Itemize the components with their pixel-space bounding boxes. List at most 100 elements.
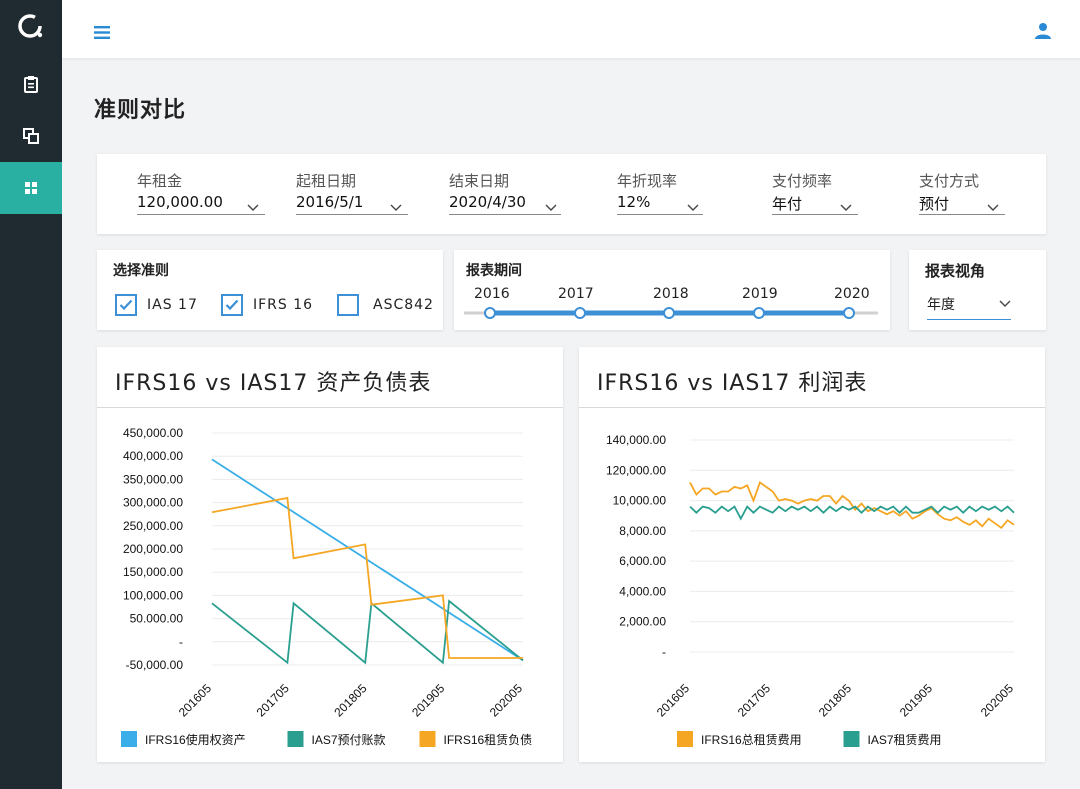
checkbox-box bbox=[337, 294, 359, 316]
copy-icon bbox=[23, 128, 39, 144]
period-card: 报表期间 2016 2017 2018 2019 2020 bbox=[454, 250, 890, 330]
param-pay-frequency[interactable]: 支付频率 年付 bbox=[772, 170, 858, 215]
checkmark-icon bbox=[119, 299, 133, 311]
legend-label: IFRS16总租赁费用 bbox=[701, 733, 802, 747]
period-slider[interactable] bbox=[454, 304, 890, 324]
x-tick-label: 201805 bbox=[816, 681, 854, 719]
slider-tick bbox=[753, 307, 765, 319]
series-line bbox=[689, 480, 1015, 530]
y-tick-label: 2,000.00 bbox=[619, 615, 666, 629]
legend-label: IAS7预付账款 bbox=[312, 733, 386, 747]
x-tick-label: 201905 bbox=[409, 681, 447, 719]
param-value: 年付 bbox=[772, 195, 803, 213]
y-tick-label: - bbox=[179, 635, 183, 649]
slider-tick bbox=[663, 307, 675, 319]
param-value: 120,000.00 bbox=[137, 193, 223, 211]
period-year-label: 2017 bbox=[558, 286, 594, 302]
param-label: 支付方式 bbox=[919, 172, 980, 190]
checkbox-asc842[interactable]: ASC842 bbox=[337, 294, 434, 316]
x-tick-label: 201805 bbox=[331, 681, 369, 719]
param-discount-rate[interactable]: 年折现率 12% bbox=[617, 170, 703, 215]
period-title: 报表期间 bbox=[466, 263, 522, 279]
y-tick-label: 250,000.00 bbox=[123, 519, 183, 533]
app-logo[interactable] bbox=[0, 0, 62, 52]
legend-label: IFRS16使用权资产 bbox=[145, 732, 246, 747]
nav-item-dashboard[interactable] bbox=[0, 162, 62, 214]
y-tick-label: 200,000.00 bbox=[123, 542, 183, 556]
legend-label: IFRS16租赁负债 bbox=[444, 733, 533, 747]
view-select[interactable]: 年度 bbox=[927, 294, 1011, 320]
nav-item-copy[interactable] bbox=[0, 110, 62, 162]
y-tick-label: - bbox=[662, 645, 666, 659]
checkbox-ias17[interactable]: IAS 17 bbox=[115, 294, 198, 316]
menu-button[interactable] bbox=[94, 24, 110, 43]
income-statement-chart: 140,000.00 120,000.00 10,000.00 8,000.00 6,0… bbox=[606, 433, 1016, 747]
param-value: 2020/4/30 bbox=[449, 193, 526, 211]
param-start-date[interactable]: 起租日期 2016/5/1 bbox=[296, 170, 408, 215]
param-label: 支付频率 bbox=[772, 172, 833, 190]
y-tick-label: 6,000.00 bbox=[619, 554, 666, 568]
x-tick-label: 201605 bbox=[176, 681, 214, 719]
params-card: 年租金 120,000.00 起租日期 2016/5/1 结束日期 2020/4… bbox=[97, 154, 1046, 234]
x-tick-label: 201605 bbox=[654, 681, 692, 719]
param-value: 12% bbox=[617, 193, 651, 211]
clipboard-icon bbox=[24, 76, 38, 93]
legend-swatch bbox=[843, 731, 860, 747]
chevron-down-icon bbox=[687, 204, 699, 211]
period-year-label: 2016 bbox=[474, 286, 510, 302]
checkbox-label: IAS 17 bbox=[147, 297, 198, 313]
user-icon bbox=[1035, 23, 1051, 39]
view-select-value: 年度 bbox=[927, 297, 955, 313]
x-tick-label: 202005 bbox=[978, 681, 1016, 719]
x-tick-label: 201905 bbox=[897, 681, 935, 719]
y-tick-label: 120,000.00 bbox=[606, 463, 666, 477]
slider-handle[interactable] bbox=[484, 307, 496, 319]
view-title: 报表视角 bbox=[925, 262, 986, 280]
checkbox-box bbox=[221, 294, 243, 316]
legend-swatch bbox=[287, 731, 304, 747]
x-tick-label: 201705 bbox=[254, 681, 292, 719]
checkmark-icon bbox=[225, 299, 239, 311]
legend-swatch bbox=[121, 731, 137, 747]
chevron-down-icon bbox=[247, 204, 259, 211]
y-tick-label: 150,000.00 bbox=[123, 565, 183, 579]
slider-handle[interactable] bbox=[843, 307, 855, 319]
view-card: 报表视角 年度 bbox=[909, 250, 1046, 330]
checkbox-ifrs16[interactable]: IFRS 16 bbox=[221, 294, 313, 316]
y-tick-label: 450,000.00 bbox=[123, 426, 183, 440]
y-tick-label: 140,000.00 bbox=[606, 433, 666, 447]
chevron-down-icon bbox=[545, 204, 557, 211]
y-tick-label: 8,000.00 bbox=[619, 524, 666, 538]
param-annual-rent[interactable]: 年租金 120,000.00 bbox=[137, 170, 265, 215]
checkbox-box bbox=[115, 294, 137, 316]
y-tick-label: 100,000.00 bbox=[123, 588, 183, 602]
nav-item-clipboard[interactable] bbox=[0, 58, 62, 110]
period-year-label: 2018 bbox=[653, 286, 689, 302]
checkbox-label: IFRS 16 bbox=[253, 297, 314, 313]
y-tick-label: 10,000.00 bbox=[613, 494, 667, 508]
y-tick-label: 400,000.00 bbox=[123, 449, 183, 463]
param-label: 起租日期 bbox=[296, 172, 357, 190]
y-tick-label: 4,000.00 bbox=[619, 584, 666, 598]
y-tick-label: 300,000.00 bbox=[123, 496, 183, 510]
param-label: 年折现率 bbox=[617, 172, 678, 190]
slider-tick bbox=[574, 307, 586, 319]
chevron-down-icon bbox=[999, 300, 1011, 307]
series-line bbox=[689, 505, 1015, 521]
param-pay-method[interactable]: 支付方式 预付 bbox=[919, 170, 1005, 215]
legend-swatch bbox=[419, 731, 436, 747]
income-statement-chart-card: IFRS16 vs IAS17 利润表 140,000.00 120,000.00… bbox=[579, 347, 1045, 762]
y-tick-label: 350,000.00 bbox=[123, 472, 183, 486]
param-end-date[interactable]: 结束日期 2020/4/30 bbox=[449, 170, 561, 215]
param-label: 结束日期 bbox=[449, 172, 510, 190]
period-year-label: 2020 bbox=[834, 286, 870, 302]
period-year-label: 2019 bbox=[742, 286, 778, 302]
balance-sheet-chart-card: IFRS16 vs IAS17 资产负债表 450,000.00 400,000.… bbox=[97, 347, 563, 762]
balance-sheet-chart: 450,000.00 400,000.00 350,000.00 300,000.00… bbox=[121, 426, 533, 747]
logo-icon bbox=[18, 14, 43, 38]
param-value: 2016/5/1 bbox=[296, 193, 364, 211]
param-value: 预付 bbox=[919, 195, 950, 213]
user-button[interactable] bbox=[1034, 22, 1052, 44]
top-bar bbox=[62, 0, 1080, 58]
grid-icon bbox=[25, 182, 37, 194]
